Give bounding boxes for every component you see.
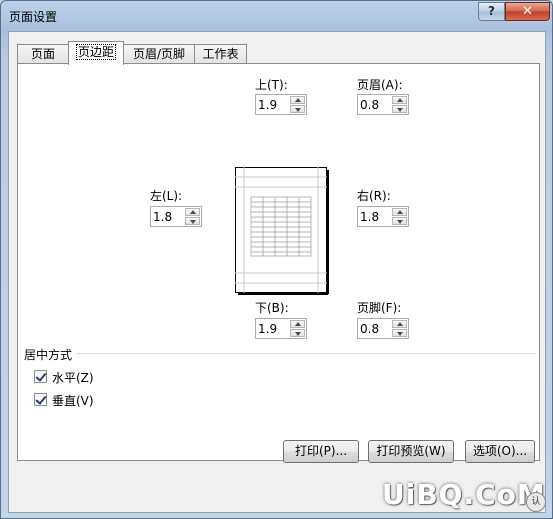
margins-panel: 上(T): 页眉(A): 左(L): 右(R): xyxy=(17,63,540,463)
horizontal-center-checkbox[interactable] xyxy=(34,370,47,383)
spin-down-button[interactable] xyxy=(392,105,407,113)
spin-up-button[interactable] xyxy=(392,320,407,328)
header-margin-input[interactable] xyxy=(360,97,392,112)
window-title: 页面设置 xyxy=(9,10,58,24)
tab-label: 页眉/页脚 xyxy=(132,47,186,61)
tab-margins[interactable]: 页边距 xyxy=(68,41,124,65)
footer-margin-spinner[interactable] xyxy=(357,318,409,339)
options-button[interactable]: 选项(O)... xyxy=(465,440,535,463)
help-button[interactable]: ? xyxy=(478,2,505,21)
print-preview-button[interactable]: 打印预览(W) xyxy=(368,440,454,463)
dialog-client-area: 页面 页边距 页眉/页脚 工作表 上(T): 页眉(A): 左(L): xyxy=(8,31,546,513)
spin-up-button[interactable] xyxy=(290,320,305,328)
footer-margin-label: 页脚(F): xyxy=(357,301,402,315)
spin-down-button[interactable] xyxy=(185,217,200,225)
left-margin-label: 左(L): xyxy=(150,189,183,203)
page-setup-dialog: 页面设置 ? ✕ 页面 页边距 页眉/页脚 工作表 上(T): 页眉(A): 左… xyxy=(0,0,553,519)
spin-up-button[interactable] xyxy=(392,208,407,216)
left-margin-spinner[interactable] xyxy=(150,206,202,227)
header-margin-spinner[interactable] xyxy=(357,94,409,115)
spin-up-button[interactable] xyxy=(290,96,305,104)
tab-page[interactable]: 页面 xyxy=(17,44,69,64)
spin-up-button[interactable] xyxy=(185,208,200,216)
bottom-margin-spinner[interactable] xyxy=(255,318,307,339)
right-margin-label: 右(R): xyxy=(357,189,391,203)
spin-down-button[interactable] xyxy=(290,105,305,113)
right-margin-spinner[interactable] xyxy=(357,206,409,227)
print-button[interactable]: 打印(P)... xyxy=(283,440,359,463)
footer-margin-input[interactable] xyxy=(360,321,392,336)
vertical-center-label: 垂直(V) xyxy=(52,394,94,408)
page-preview xyxy=(235,167,329,295)
header-margin-label: 页眉(A): xyxy=(357,78,403,92)
bottom-margin-input[interactable] xyxy=(258,321,290,336)
title-bar[interactable]: 页面设置 ? ✕ xyxy=(1,1,552,31)
spin-down-button[interactable] xyxy=(392,217,407,225)
left-margin-input[interactable] xyxy=(153,209,185,224)
tab-label: 页边距 xyxy=(75,44,116,60)
watermark-logo: UiBQ.CoM xyxy=(382,478,546,511)
tab-sheet[interactable]: 工作表 xyxy=(194,44,247,64)
tab-label: 页面 xyxy=(30,47,55,61)
center-group-title: 居中方式 xyxy=(24,348,73,362)
spin-down-button[interactable] xyxy=(392,329,407,337)
watermark-badge-icon: 认 xyxy=(526,492,546,512)
close-button[interactable]: ✕ xyxy=(505,2,550,21)
tab-header-footer[interactable]: 页眉/页脚 xyxy=(123,44,195,64)
tab-label: 工作表 xyxy=(202,47,239,61)
horizontal-center-label: 水平(Z) xyxy=(52,371,94,385)
bottom-margin-label: 下(B): xyxy=(255,301,289,315)
spin-down-button[interactable] xyxy=(290,329,305,337)
top-margin-input[interactable] xyxy=(258,97,290,112)
vertical-center-checkbox[interactable] xyxy=(34,393,47,406)
group-divider xyxy=(76,353,536,354)
top-margin-label: 上(T): xyxy=(255,78,288,92)
right-margin-input[interactable] xyxy=(360,209,392,224)
top-margin-spinner[interactable] xyxy=(255,94,307,115)
spin-up-button[interactable] xyxy=(392,96,407,104)
